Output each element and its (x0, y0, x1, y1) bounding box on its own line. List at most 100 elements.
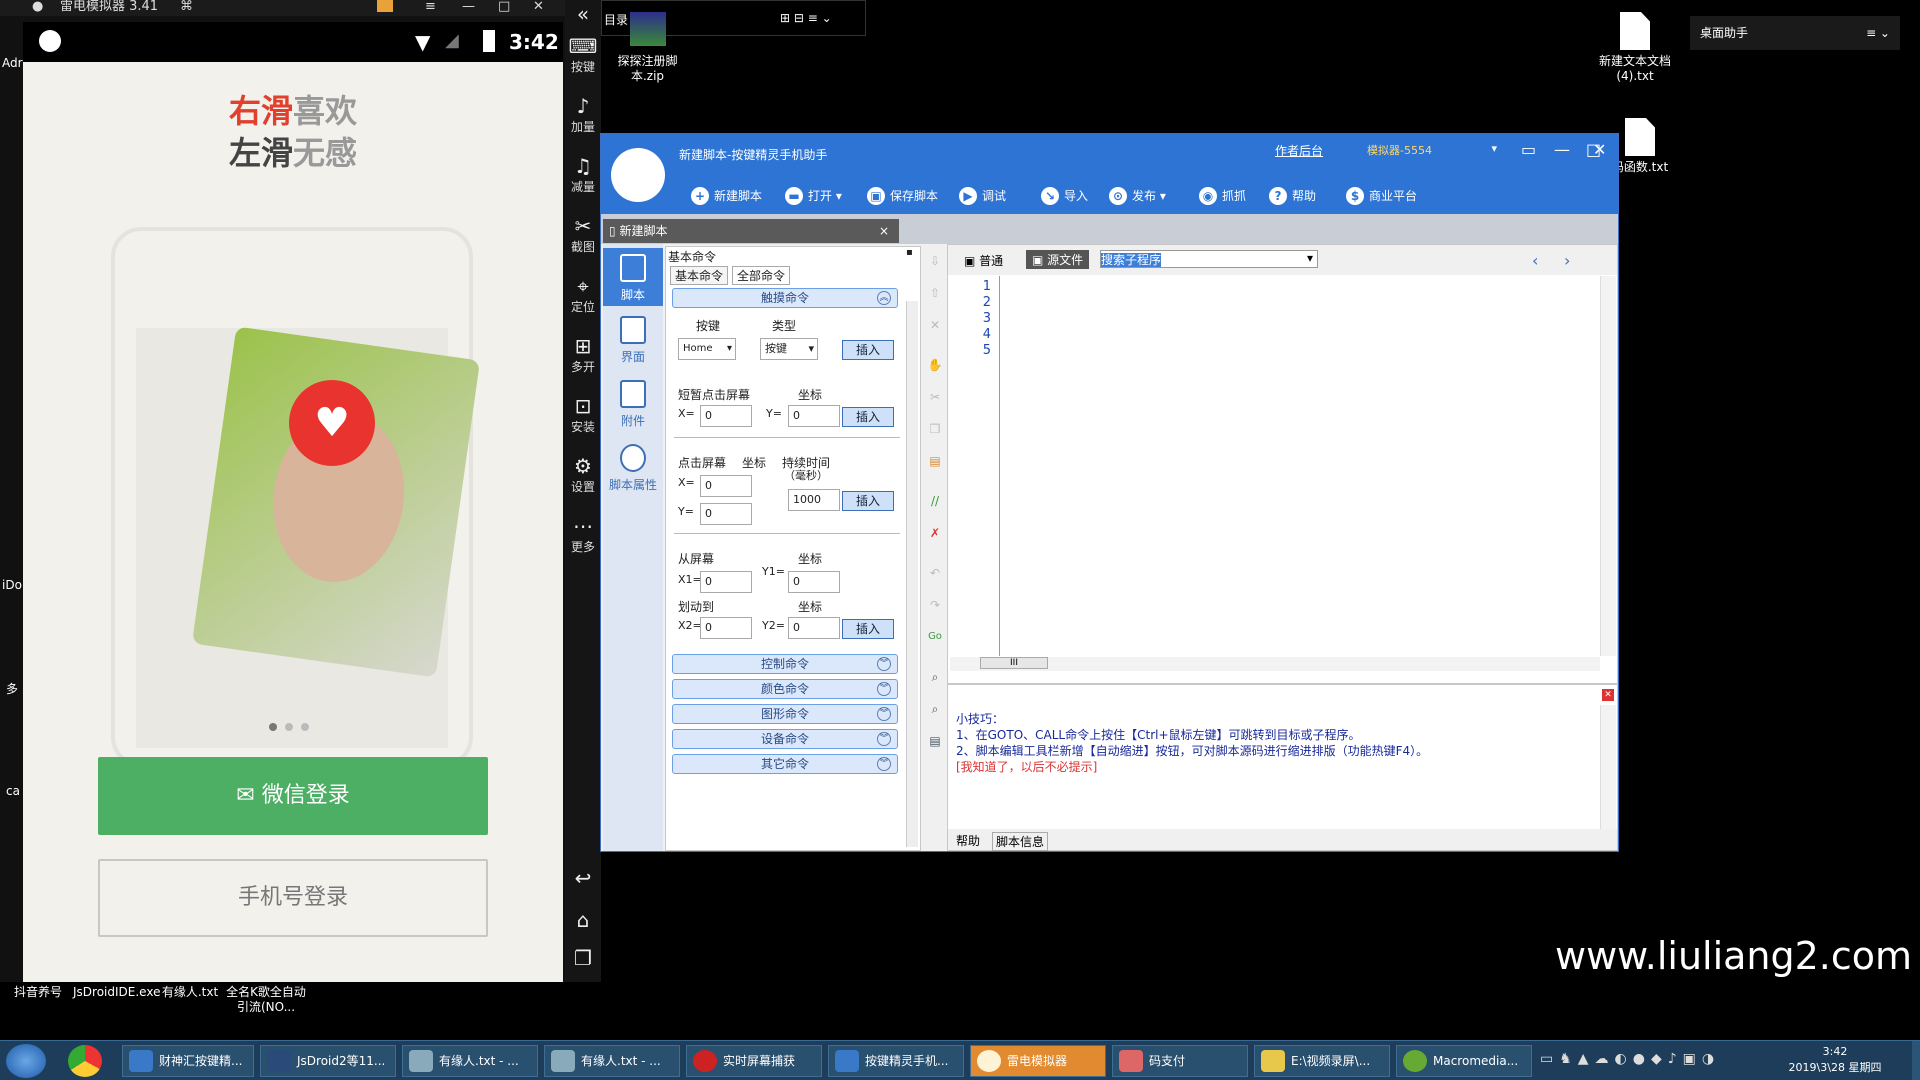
tab-close-icon[interactable]: × (879, 219, 889, 243)
task-notepad-1[interactable]: 有缘人.txt - ... (402, 1045, 538, 1077)
tray-icons[interactable]: ▭♞▲☁◐●◆♪▣◑ (1540, 1051, 1720, 1067)
click-x-input[interactable]: 0 (700, 475, 752, 497)
menu-icon[interactable]: ≡ (425, 0, 436, 14)
tab-help[interactable]: 帮助 (956, 832, 980, 849)
close-icon[interactable]: ✕ (533, 0, 544, 14)
author-link[interactable]: 作者后台 (1275, 142, 1323, 159)
close-help-icon[interactable]: ✕ (1602, 689, 1614, 701)
group-other[interactable]: 其它命令 ︾ (672, 754, 898, 774)
side-install[interactable]: ⊡ 安装 (565, 394, 601, 435)
task-explorer[interactable]: E:\视频录屏\... (1254, 1045, 1390, 1077)
side-more[interactable]: ⋯ 更多 (565, 514, 601, 555)
move-down-icon[interactable]: ⇩ (927, 254, 943, 268)
desktop-icon-douyin[interactable]: 抖音养号 (8, 985, 68, 1000)
back-icon[interactable]: ↩ (565, 866, 601, 890)
clock[interactable]: 3:42 2019\3\28 星期四 (1760, 1044, 1910, 1076)
restore-icon[interactable]: ▭ (1521, 140, 1536, 159)
click-y-input[interactable]: 0 (700, 503, 752, 525)
task-screen-capture[interactable]: 实时屏幕捕获 (686, 1045, 822, 1077)
swipe-y2-input[interactable]: 0 (788, 617, 840, 639)
emulator-select[interactable]: 模拟器-5554 ▾ (1367, 142, 1497, 158)
group-graphic[interactable]: 图形命令 ︾ (672, 704, 898, 724)
move-up-icon[interactable]: ⇧ (927, 286, 943, 300)
side-volume-up[interactable]: ♪ 加量 (565, 94, 601, 135)
save-button[interactable]: ▣ 保存脚本 (867, 184, 938, 208)
tab-all-commands[interactable]: 全部命令 (732, 266, 791, 285)
publish-button[interactable]: ⊙ 发布 ▾ (1109, 184, 1166, 208)
nav-properties[interactable]: 脚本属性 (603, 444, 663, 493)
hand-icon[interactable]: ✋ (927, 358, 943, 372)
group-device[interactable]: 设备命令 ︾ (672, 729, 898, 749)
task-leidian[interactable]: 雷电模拟器 (970, 1045, 1106, 1077)
side-location[interactable]: ⌖ 定位 (565, 274, 601, 315)
code-text-area[interactable] (1000, 276, 1600, 656)
desktop-icon-kge[interactable]: 全名K歌全自动引流(NO... (226, 985, 306, 1015)
tap-y-input[interactable]: 0 (788, 405, 840, 427)
new-script-button[interactable]: + 新建脚本 (691, 184, 762, 208)
key-select[interactable]: Home ▾ (678, 338, 736, 360)
show-desktop-button[interactable] (1912, 1041, 1920, 1080)
copy-icon[interactable]: ❐ (927, 422, 943, 436)
redo-icon[interactable]: ↷ (927, 598, 943, 612)
avatar[interactable] (611, 148, 665, 202)
nav-ui[interactable]: 界面 (603, 316, 663, 365)
close-icon[interactable]: ✕ (1593, 140, 1606, 159)
uncomment-icon[interactable]: ✗ (927, 526, 943, 540)
duration-input[interactable]: 1000 (788, 489, 840, 511)
help-scrollbar[interactable] (1600, 705, 1616, 829)
recent-icon[interactable]: ❐ (565, 946, 601, 970)
command-scrollbar[interactable] (906, 301, 918, 847)
tab-new-script[interactable]: ▯ 新建脚本 × (603, 219, 899, 243)
minimize-icon[interactable]: — (1554, 140, 1570, 159)
comment-icon[interactable]: // (927, 494, 943, 508)
tab-script-info[interactable]: 脚本信息 (992, 832, 1049, 851)
swipe-x1-input[interactable]: 0 (700, 571, 752, 593)
group-touch[interactable]: 触摸命令 ︽ (672, 288, 898, 308)
pin-icon[interactable]: ▪ (906, 247, 913, 258)
view-source-button[interactable]: ▣ 源文件 (1026, 250, 1090, 269)
task-mazhifu[interactable]: 码支付 (1112, 1045, 1248, 1077)
task-macromedia[interactable]: Macromedia... (1396, 1045, 1532, 1077)
tab-basic-commands[interactable]: 基本命令 (670, 266, 729, 285)
type-select[interactable]: 按键 ▾ (760, 338, 818, 360)
side-multi[interactable]: ⊞ 多开 (565, 334, 601, 375)
group-control[interactable]: 控制命令 ︾ (672, 654, 898, 674)
home-icon[interactable]: ⌂ (565, 908, 601, 932)
debug-button[interactable]: ▶ 调试 (959, 184, 1006, 208)
delete-icon[interactable]: ✕ (927, 318, 943, 332)
insert-swipe-button[interactable]: 插入 (842, 619, 894, 639)
gift-icon[interactable] (377, 0, 393, 12)
side-settings[interactable]: ⚙ 设置 (565, 454, 601, 495)
cut-icon[interactable]: ✂ (927, 390, 943, 404)
insert-click-button[interactable]: 插入 (842, 491, 894, 511)
capture-button[interactable]: ◉ 抓抓 (1199, 184, 1246, 208)
maximize-icon[interactable]: □ (498, 0, 510, 14)
format-icon[interactable]: ▤ (927, 734, 943, 748)
side-screenshot[interactable]: ✂ 截图 (565, 214, 601, 255)
prev-icon[interactable]: ‹ (1532, 251, 1538, 270)
goto-icon[interactable]: Go (927, 630, 943, 644)
collapse-icon[interactable]: « (565, 2, 601, 26)
desktop-icon-zip[interactable]: 探探注册脚本.zip (610, 12, 685, 84)
phone-login-button[interactable]: 手机号登录 (98, 859, 488, 937)
group-color[interactable]: 颜色命令 ︾ (672, 679, 898, 699)
desktop-icon-txt[interactable]: 有缘人.txt (158, 985, 222, 1000)
nav-attachment[interactable]: 附件 (603, 380, 663, 429)
wechat-login-button[interactable]: ✉ 微信登录 (98, 757, 488, 835)
tap-x-input[interactable]: 0 (700, 405, 752, 427)
undo-icon[interactable]: ↶ (927, 566, 943, 580)
import-button[interactable]: ↘ 导入 (1041, 184, 1088, 208)
gamepad-icon[interactable]: ⌘ (180, 0, 193, 14)
desktop-helper-widget[interactable]: 桌面助手 ≡ ⌄ (1690, 16, 1900, 50)
code-hscrollbar[interactable]: III (950, 657, 1600, 671)
swipe-x2-input[interactable]: 0 (700, 617, 752, 639)
subroutine-search[interactable]: 搜索子程序 ▾ (1100, 250, 1318, 268)
minimize-icon[interactable]: — (462, 0, 475, 14)
desktop-icon-txt1[interactable]: 新建文本文档(4).txt (1595, 12, 1675, 84)
desktop-icon-jsdroid[interactable]: JsDroidIDE.exe (73, 985, 160, 1000)
task-jsdroid[interactable]: JsDroid2等11... (260, 1045, 396, 1077)
task-notepad-2[interactable]: 有缘人.txt - ... (544, 1045, 680, 1077)
side-keymap[interactable]: ⌨ 按键 (565, 34, 601, 75)
start-button[interactable] (6, 1044, 46, 1078)
view-normal-button[interactable]: ▣ 普通 (964, 252, 1003, 269)
